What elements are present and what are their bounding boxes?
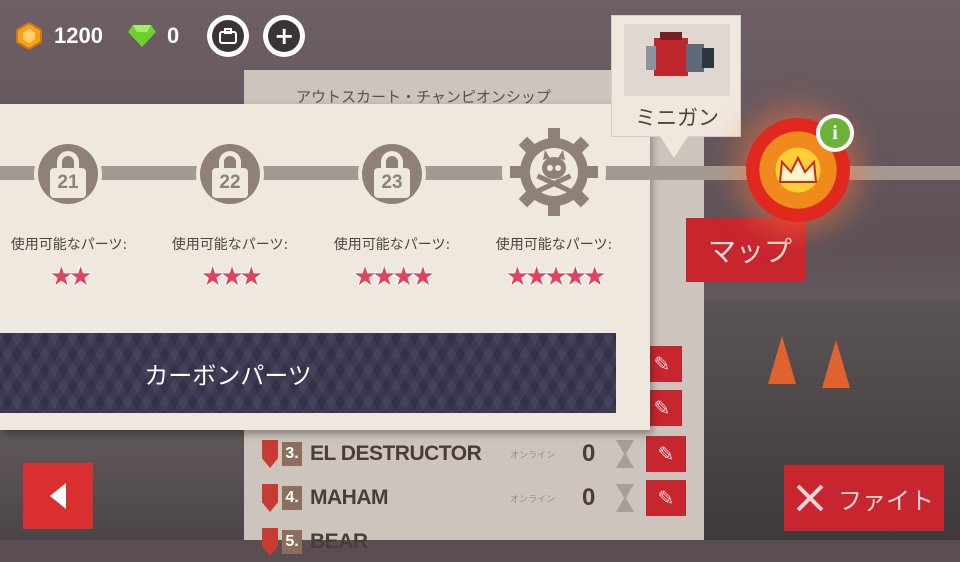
rank-badge: 5. xyxy=(282,530,302,554)
available-parts-label: 使用可能なパーツ: xyxy=(495,237,613,253)
fight-button[interactable]: ファイト xyxy=(784,465,944,531)
skull-gear-icon xyxy=(510,128,598,216)
hourglass-icon xyxy=(616,484,634,512)
back-button[interactable] xyxy=(23,463,93,529)
player-score: 0 xyxy=(582,484,596,511)
traffic-cone xyxy=(768,336,796,384)
star-rating: ★★★ xyxy=(201,262,263,292)
info-button[interactable]: i xyxy=(816,114,854,152)
add-currency-button[interactable]: + xyxy=(263,15,306,57)
info-icon: i xyxy=(820,118,850,148)
level-node-23[interactable]: 23 xyxy=(358,140,426,208)
green-gem-icon xyxy=(127,21,157,51)
level-number: 21 xyxy=(57,172,79,193)
map-button[interactable]: マップ xyxy=(686,218,806,282)
hex-coin-icon xyxy=(14,21,44,51)
leaderboard-row: 5. BEAR xyxy=(262,522,686,562)
star-rating: ★★★★ xyxy=(353,262,434,292)
player-status: オンライン xyxy=(510,450,556,461)
carbon-parts-banner: カーボンパーツ xyxy=(0,333,616,413)
lock-icon: 21 xyxy=(38,144,98,204)
briefcase-icon xyxy=(212,20,245,52)
coin-count: 1200 xyxy=(54,23,103,48)
leaderboard-row: 3. EL DESTRUCTOR オンライン 0 ✎ xyxy=(262,434,686,474)
level-node-22[interactable]: 22 xyxy=(196,140,264,208)
traffic-cone xyxy=(822,340,850,388)
rank-badge: 4. xyxy=(282,486,302,510)
player-name: MAHAM xyxy=(310,486,388,509)
available-parts-label: 使用可能なパーツ: xyxy=(10,237,128,253)
reward-tooltip: ミニガン xyxy=(611,15,741,137)
gem-count: 0 xyxy=(166,23,180,48)
rank-badge: 3. xyxy=(282,442,302,466)
medal-icon xyxy=(262,440,278,468)
tooltip-pointer xyxy=(660,136,688,158)
player-score: 0 xyxy=(582,440,596,467)
medal-icon xyxy=(262,484,278,512)
boss-level-node[interactable] xyxy=(502,120,606,224)
available-parts-label: 使用可能なパーツ: xyxy=(171,237,289,253)
crown-icon xyxy=(778,155,818,183)
level-node-21[interactable]: 21 xyxy=(34,140,102,208)
level-number: 22 xyxy=(219,172,241,193)
lock-icon: 23 xyxy=(362,144,422,204)
challenge-button[interactable]: ✎ xyxy=(646,436,686,472)
leaderboard-row: 4. MAHAM オンライン 0 ✎ xyxy=(262,478,686,518)
star-rating: ★★★★★ xyxy=(505,262,607,292)
back-arrow-icon xyxy=(50,483,66,509)
challenge-button[interactable]: ✎ xyxy=(646,480,686,516)
plus-icon: + xyxy=(268,20,301,52)
fight-label: ファイト xyxy=(838,486,934,515)
player-status: オンライン xyxy=(510,494,556,505)
hourglass-icon xyxy=(616,440,634,468)
crossed-swords-icon xyxy=(796,484,824,512)
lock-icon: 22 xyxy=(200,144,260,204)
medal-icon xyxy=(262,528,278,556)
minigun-icon xyxy=(624,24,730,96)
carbon-parts-label: カーボンパーツ xyxy=(144,361,312,390)
garage-button[interactable] xyxy=(207,15,250,57)
available-parts-label: 使用可能なパーツ: xyxy=(333,237,451,253)
star-rating: ★★ xyxy=(49,262,93,292)
reward-label: ミニガン xyxy=(635,106,719,130)
currency-bar: 1200 0 + xyxy=(14,14,306,58)
level-number: 23 xyxy=(381,172,403,193)
player-name: EL DESTRUCTOR xyxy=(310,442,482,465)
player-name: BEAR xyxy=(310,530,368,553)
